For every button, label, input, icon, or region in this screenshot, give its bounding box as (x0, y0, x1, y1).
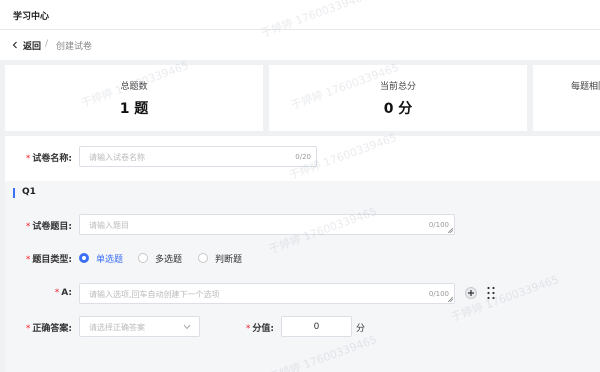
score-input[interactable]: 0 (281, 316, 352, 337)
radio-label-single-choice[interactable]: 单选题 (96, 252, 123, 265)
stat-value: 0 分 (383, 101, 413, 117)
topic-placeholder: 请输入题目 (89, 221, 129, 230)
paper-name-count: 0/20 (295, 153, 311, 161)
paper-name-placeholder: 请输入试卷名称 (89, 153, 145, 162)
top-bar: 学习中心 (0, 0, 600, 30)
topic-count: 0/100 (428, 221, 449, 229)
question-title: Q1 (22, 187, 36, 197)
back-link[interactable]: 返回 (23, 39, 41, 52)
option-a-placeholder: 请输入选项,回车自动创建下一个选项 (89, 290, 220, 299)
plus-icon (468, 290, 474, 296)
app-title: 学习中心 (13, 12, 50, 22)
paper-name-input[interactable]: 请输入试卷名称 0/20 (79, 146, 317, 167)
radio-true-false[interactable] (198, 253, 208, 263)
stat-card-per-question: 每题相同 (533, 65, 600, 131)
add-option-button[interactable] (465, 287, 477, 299)
stat-card-total-score: 当前总分 0 分 (269, 65, 527, 131)
topic-label: * 试卷题目: (25, 222, 72, 232)
option-a-label: * A: (54, 288, 72, 298)
score-label: * 分值: (245, 324, 274, 334)
chevron-left-icon[interactable] (11, 41, 19, 49)
resize-handle-icon[interactable] (448, 297, 453, 302)
stat-label: 当前总分 (379, 82, 416, 92)
stat-label: 总题数 (120, 82, 148, 92)
stat-value: 1 题 (119, 101, 149, 117)
question-panel (5, 181, 600, 372)
question-accent-bar (13, 188, 15, 198)
drag-handle-icon[interactable] (486, 286, 496, 300)
stat-card-total-questions: 总题数 1 题 (5, 65, 263, 131)
breadcrumb-separator: / (45, 39, 49, 49)
stat-label: 每题相同 (571, 82, 600, 92)
answer-label: * 正确答案: (25, 324, 72, 334)
option-a-input[interactable]: 请输入选项,回车自动创建下一个选项 0/100 (79, 283, 455, 304)
resize-handle-icon[interactable] (448, 228, 453, 233)
radio-multiple-choice[interactable] (138, 253, 148, 263)
paper-name-label: * 试卷名称: (25, 154, 72, 164)
topic-input[interactable]: 请输入题目 0/100 (79, 214, 455, 235)
answer-select[interactable]: 请选择正确答案 (79, 316, 200, 337)
radio-label-multiple-choice[interactable]: 多选题 (155, 252, 182, 265)
option-a-count: 0/100 (428, 290, 449, 298)
type-label: * 题目类型: (25, 255, 72, 265)
breadcrumb-current: 创建试卷 (56, 42, 93, 52)
chevron-down-icon (183, 324, 191, 330)
radio-single-choice[interactable] (79, 253, 89, 263)
score-value: 0 (313, 322, 320, 332)
radio-label-true-false[interactable]: 判断题 (215, 252, 242, 265)
answer-placeholder: 请选择正确答案 (89, 323, 145, 332)
score-unit: 分 (356, 324, 366, 334)
